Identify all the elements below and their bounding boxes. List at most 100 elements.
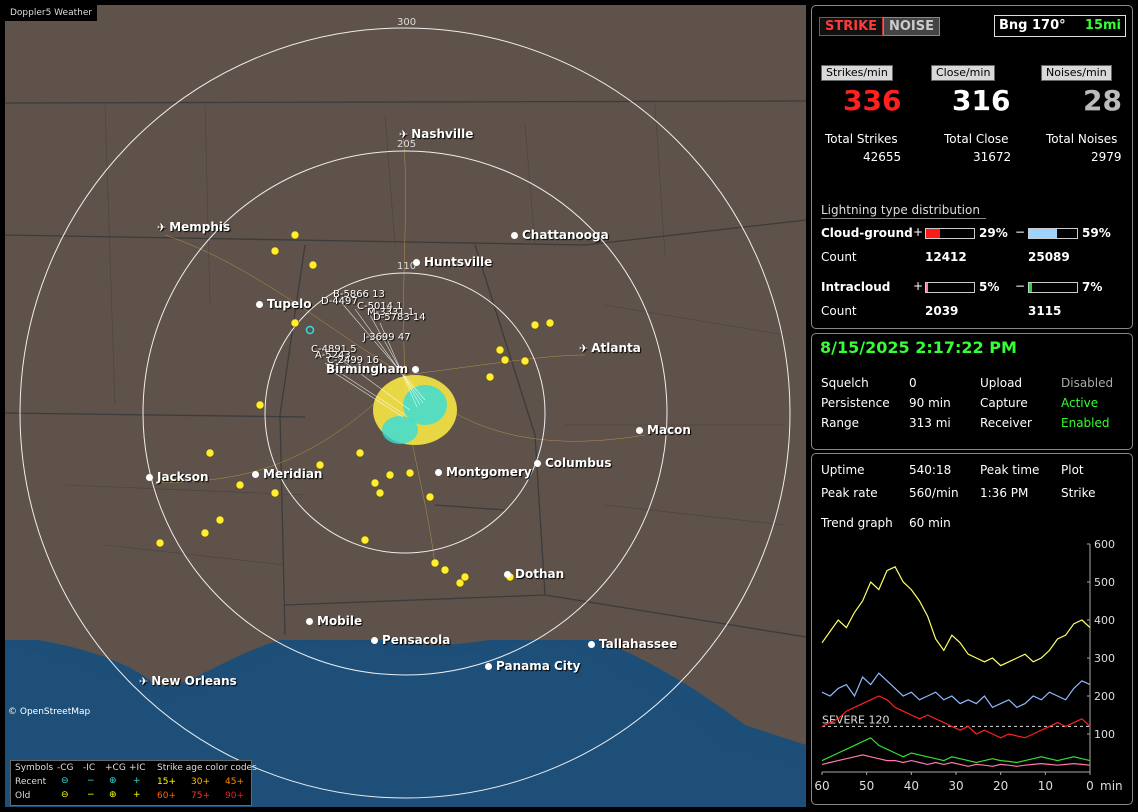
legend-old-label: Old xyxy=(15,791,31,801)
symbol-legend: Symbols -CG -IC +CG +IC Strike age color… xyxy=(10,760,257,806)
city-meridian[interactable]: Meridian xyxy=(252,467,322,481)
squelch-value[interactable]: 0 xyxy=(909,376,917,390)
total-strikes-label: Total Strikes xyxy=(825,132,898,146)
city-nashville[interactable]: ✈ Nashville xyxy=(399,127,473,141)
uptime-value: 540:18 xyxy=(909,463,952,477)
trend-series-line-1 xyxy=(821,672,1091,709)
y-tick-label: 200 xyxy=(1094,690,1115,703)
age-recent: 15+ xyxy=(157,777,176,787)
capture-label: Capture xyxy=(980,396,1028,410)
total-strikes-value: 42655 xyxy=(863,150,902,164)
ic-neg-pct: 7% xyxy=(1082,280,1103,294)
city-mobile[interactable]: Mobile xyxy=(306,614,362,628)
city-dot-icon xyxy=(511,232,518,239)
city-dot-icon xyxy=(534,460,541,467)
city-pensacola[interactable]: Pensacola xyxy=(371,633,450,647)
strike-mode-button[interactable]: STRIKE xyxy=(819,17,884,36)
cg-pos-pct: 29% xyxy=(979,226,1008,240)
trend-graph-value[interactable]: 60 min xyxy=(909,516,951,530)
total-close-label: Total Close xyxy=(944,132,1009,146)
plot-label: Plot xyxy=(1061,463,1084,477)
strikes-per-min-header: Strikes/min xyxy=(821,65,893,81)
x-tick-label: 20 xyxy=(993,779,1008,793)
airport-icon: ✈ xyxy=(157,221,167,234)
capture-status[interactable]: Active xyxy=(1061,396,1098,410)
ic-pos-bar xyxy=(925,282,975,293)
city-dot-icon xyxy=(252,471,259,478)
squelch-label: Squelch xyxy=(821,376,869,390)
datetime-display: 8/15/2025 2:17:22 PM xyxy=(820,338,1017,357)
city-dot-icon xyxy=(146,474,153,481)
city-macon[interactable]: Macon xyxy=(636,423,691,437)
total-noises-value: 2979 xyxy=(1091,150,1122,164)
upload-status[interactable]: Disabled xyxy=(1061,376,1113,390)
city-new-orleans[interactable]: ✈ New Orleans xyxy=(139,674,237,688)
city-dot-icon xyxy=(435,469,442,476)
strike-label: D-4497 xyxy=(321,296,358,307)
cg-pos-count: 12412 xyxy=(925,250,967,264)
city-huntsville[interactable]: Huntsville xyxy=(413,255,492,269)
uptime-label: Uptime xyxy=(821,463,865,477)
persistence-value[interactable]: 90 min xyxy=(909,396,951,410)
city-montgomery[interactable]: Montgomery xyxy=(435,465,532,479)
cg-neg-sign: − xyxy=(1015,225,1026,239)
airport-icon: ✈ xyxy=(579,342,589,355)
x-tick-label: 60 xyxy=(814,779,829,793)
airport-icon: ✈ xyxy=(399,128,409,141)
x-axis-label: min xyxy=(1100,779,1123,793)
trend-panel: Uptime 540:18 Peak time 1:36 PM Plot Str… xyxy=(811,453,1133,805)
noises-per-min-header: Noises/min xyxy=(1041,65,1112,81)
strike-label: D-5783 14 xyxy=(373,312,426,323)
city-columbus[interactable]: Columbus xyxy=(534,456,612,470)
strike-label: J-3699 47 xyxy=(363,332,411,343)
age-old: 60+ xyxy=(157,791,176,801)
legend-symbols-label: Symbols xyxy=(15,763,54,773)
receiver-label: Receiver xyxy=(980,416,1032,430)
city-panama-city[interactable]: Panama City xyxy=(485,659,580,673)
trend-series-line-0 xyxy=(821,566,1091,667)
noise-mode-button[interactable]: NOISE xyxy=(883,17,941,36)
close-per-min-header: Close/min xyxy=(931,65,996,81)
pos-cg-old-icon: ⊕ xyxy=(109,790,117,800)
map-base xyxy=(5,27,806,807)
trend-chart: 60050040030020010060 50 40 30 20 10 0 minSEVERE… xyxy=(814,538,1123,793)
legend-age-label: Strike age color codes xyxy=(157,763,257,773)
bearing-display[interactable]: Bng 170° 15mi xyxy=(994,15,1126,37)
ic-count-label: Count xyxy=(821,304,857,318)
radar-map[interactable]: Doppler5 Weather 300 205 110 ✈ Nashville … xyxy=(5,5,806,807)
range-label: Range xyxy=(821,416,860,430)
x-tick-label: 40 xyxy=(904,779,919,793)
cloud-ground-label: Cloud-ground xyxy=(821,226,913,240)
strike-stats-panel: STRIKE NOISE Bng 170° 15mi Strikes/min C… xyxy=(811,5,1133,329)
cg-neg-pct: 59% xyxy=(1082,226,1111,240)
ic-neg-bar xyxy=(1028,282,1078,293)
peak-rate-label: Peak rate xyxy=(821,486,878,500)
total-close-value: 31672 xyxy=(973,150,1012,164)
city-memphis[interactable]: ✈ Memphis xyxy=(157,220,230,234)
pos-cg-recent-icon: ⊕ xyxy=(109,776,117,786)
trend-graph-label: Trend graph xyxy=(821,516,893,530)
legend-col: -CG xyxy=(57,763,74,773)
total-noises-label: Total Noises xyxy=(1046,132,1118,146)
legend-col: +IC xyxy=(129,763,146,773)
strike-label: C-2499 16 xyxy=(327,355,379,366)
city-dothan[interactable]: Dothan xyxy=(504,567,564,581)
city-tupelo[interactable]: Tupelo xyxy=(256,297,312,311)
x-tick-label: 30 xyxy=(948,779,963,793)
city-tallahassee[interactable]: Tallahassee xyxy=(588,637,677,651)
city-jackson[interactable]: Jackson xyxy=(146,470,209,484)
city-atlanta[interactable]: ✈ Atlanta xyxy=(579,341,641,355)
x-tick-label: 0 xyxy=(1086,779,1094,793)
ic-neg-count: 3115 xyxy=(1028,304,1062,318)
age-old: 90+ xyxy=(225,791,244,801)
ic-pos-sign: + xyxy=(913,279,924,293)
trend-series-line-3 xyxy=(821,737,1091,764)
age-old: 75+ xyxy=(191,791,210,801)
receiver-status[interactable]: Enabled xyxy=(1061,416,1110,430)
cg-pos-sign: + xyxy=(913,225,924,239)
city-chattanooga[interactable]: Chattanooga xyxy=(511,228,609,242)
range-value[interactable]: 313 mi xyxy=(909,416,951,430)
plot-value[interactable]: Strike xyxy=(1061,486,1096,500)
city-dot-icon xyxy=(371,637,378,644)
severe-label: SEVERE 120 xyxy=(822,713,890,726)
